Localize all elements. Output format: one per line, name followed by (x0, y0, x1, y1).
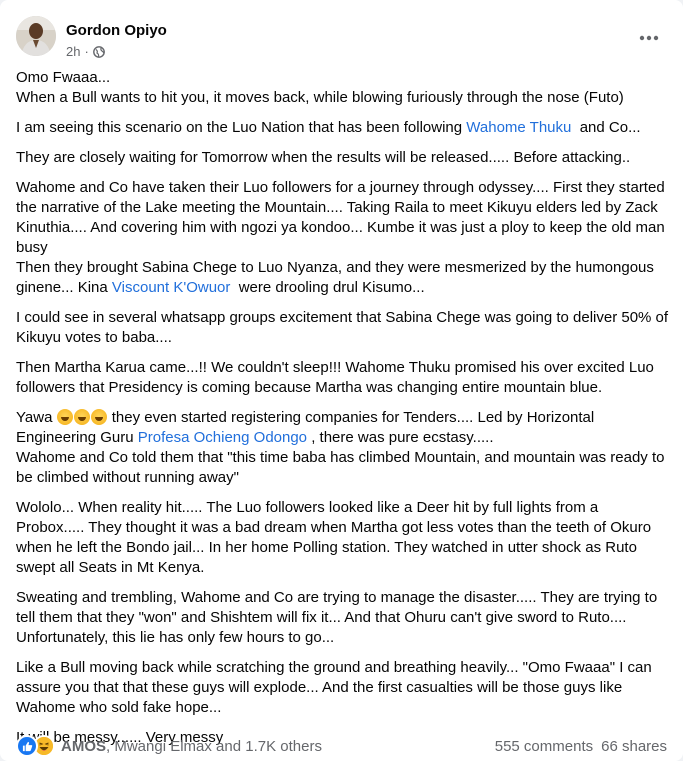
paragraph-text: , there was pure ecstasy..... (307, 429, 494, 446)
meta-separator: · (84, 44, 89, 59)
comments-count[interactable]: 555 comments (495, 738, 593, 755)
paragraph-text: Wahome and Co have taken their Luo follo… (16, 179, 665, 256)
more-options-icon[interactable] (631, 26, 667, 50)
avatar-image (16, 16, 56, 56)
reactor-name: AMOS (61, 737, 106, 755)
paragraph-text: were drooling drul Kisumo... (230, 279, 425, 296)
globe-icon[interactable] (92, 45, 105, 58)
post-card: Gordon Opiyo 2h · Omo Fwaaa... When a Bu… (0, 0, 683, 761)
shares-count[interactable]: 66 shares (601, 738, 667, 755)
reactors-summary[interactable]: AMOS, Mwangi Elmax and 1.7K others (61, 738, 322, 755)
paragraph: Like a Bull moving back while scratching… (16, 659, 652, 716)
paragraph-text: I am seeing this scenario on the Luo Nat… (16, 119, 467, 136)
paragraph: Wahome and Co have taken their Luo follo… (16, 178, 669, 298)
post-time[interactable]: 2h (66, 44, 80, 59)
engagement-counts: 555 comments 66 shares (495, 738, 667, 755)
paragraph: Sweating and trembling, Wahome and Co ar… (16, 589, 658, 646)
paragraph: Omo Fwaaa... When a Bull wants to hit yo… (16, 68, 669, 108)
mention-link[interactable]: Wahome Thuku (466, 119, 571, 136)
like-reaction-icon (16, 735, 38, 757)
sweat-smile-emoji-icon (56, 409, 108, 426)
paragraph: I am seeing this scenario on the Luo Nat… (16, 118, 669, 138)
reaction-icons[interactable] (16, 735, 55, 757)
paragraph: Then Martha Karua came...!! We couldn't … (16, 359, 654, 396)
paragraph: I could see in several whatsapp groups e… (16, 309, 669, 346)
post-header: Gordon Opiyo 2h · (16, 12, 667, 60)
mention-link[interactable]: Viscount K'Owuor (112, 279, 230, 296)
paragraph: They are closely waiting for Tomorrow wh… (16, 149, 631, 166)
author-name[interactable]: Gordon Opiyo (66, 22, 167, 39)
reactor-others: , Mwangi Elmax and 1.7K others (106, 737, 322, 755)
paragraph-text: Yawa (16, 409, 57, 426)
mention-link[interactable]: Profesa Ochieng Odongo (138, 429, 307, 446)
paragraph: Wololo... When reality hit..... The Luo … (16, 499, 652, 576)
paragraph-line: Omo Fwaaa... (16, 69, 111, 86)
post-meta: 2h · (66, 44, 105, 59)
post-content: Omo Fwaaa... When a Bull wants to hit yo… (16, 68, 669, 758)
avatar[interactable] (16, 16, 56, 56)
paragraph-line: When a Bull wants to hit you, it moves b… (16, 89, 624, 106)
paragraph-text: Wahome and Co told them that "this time … (16, 449, 665, 486)
post-footer: AMOS, Mwangi Elmax and 1.7K others 555 c… (16, 734, 667, 758)
paragraph-text: and Co... (571, 119, 641, 136)
paragraph: Yawa they even started registering compa… (16, 408, 669, 488)
